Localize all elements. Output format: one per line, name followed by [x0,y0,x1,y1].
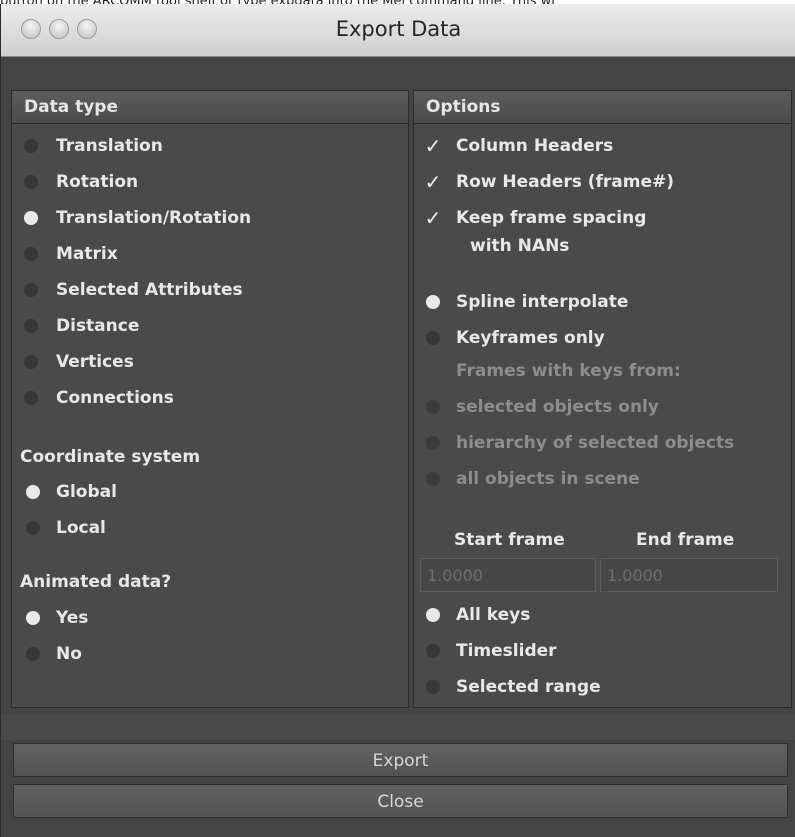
end-frame-label: End frame [636,530,735,550]
window-title: Export Data [335,17,462,41]
animated-option-yes[interactable]: Yes [26,606,88,630]
start-frame-label: Start frame [454,530,565,550]
data-type-option-translation[interactable]: Translation [24,134,163,158]
keys-from-hierarchy-radio: hierarchy of selected objects [426,431,734,455]
coordinate-option-global[interactable]: Global [26,480,117,504]
radio-icon[interactable] [24,319,38,333]
keys-from-all-objects-radio: all objects in scene [426,467,640,491]
data-type-option-selected-attributes[interactable]: Selected Attributes [24,278,243,302]
animated-option-no[interactable]: No [26,642,82,666]
radio-disabled-icon [426,436,440,450]
radio-disabled-icon [426,472,440,486]
radio-icon[interactable] [24,391,38,405]
coordinate-system-label: Coordinate system [20,447,201,467]
radio-icon[interactable] [426,644,440,658]
radio-icon[interactable] [426,680,440,694]
radio-selected-icon[interactable] [426,608,440,622]
radio-selected-icon[interactable] [426,295,440,309]
radio-icon[interactable] [26,521,40,535]
end-frame-input[interactable]: 1.0000 [600,558,778,592]
data-type-option-translation-rotation[interactable]: Translation/Rotation [24,206,251,230]
coordinate-option-local[interactable]: Local [26,516,106,540]
radio-icon[interactable] [24,247,38,261]
range-all-keys-radio[interactable]: All keys [426,603,530,627]
spline-interpolate-radio[interactable]: Spline interpolate [426,290,628,314]
checkmark-icon[interactable]: ✓ [422,134,444,158]
radio-icon[interactable] [24,283,38,297]
data-type-panel: Data type Translation Rotation Translati… [11,90,409,708]
row-headers-checkbox[interactable]: ✓ Row Headers (frame#) [422,170,674,194]
data-type-option-distance[interactable]: Distance [24,314,139,338]
range-selected-range-radio[interactable]: Selected range [426,675,601,699]
frames-keys-from-label: Frames with keys from: [456,361,681,381]
radio-icon[interactable] [426,331,440,345]
checkmark-icon[interactable]: ✓ [422,206,444,230]
close-button[interactable]: Close [13,784,788,818]
radio-icon[interactable] [24,139,38,153]
data-type-header: Data type [12,91,408,124]
export-button[interactable]: Export [13,743,788,777]
radio-selected-icon[interactable] [24,211,38,225]
divider-bar [1,714,795,740]
options-panel: Options ✓ Column Headers ✓ Row Headers (… [413,90,792,708]
animated-data-label: Animated data? [20,572,172,592]
data-type-option-matrix[interactable]: Matrix [24,242,118,266]
keys-from-selected-objects-radio: selected objects only [426,395,659,419]
data-type-option-rotation[interactable]: Rotation [24,170,138,194]
title-bar: Export Data [1,4,795,57]
keep-frame-spacing-label-line2: with NANs [470,236,570,256]
column-headers-checkbox[interactable]: ✓ Column Headers [422,134,614,158]
keyframes-only-radio[interactable]: Keyframes only [426,326,605,350]
checkmark-icon[interactable]: ✓ [422,170,444,194]
export-data-window: Export Data Data type Translation Rotati… [0,4,795,837]
radio-icon[interactable] [24,355,38,369]
radio-selected-icon[interactable] [26,485,40,499]
keep-frame-spacing-checkbox[interactable]: ✓ Keep frame spacing [422,206,647,230]
start-frame-input[interactable]: 1.0000 [420,558,596,592]
radio-icon[interactable] [24,175,38,189]
radio-disabled-icon [426,400,440,414]
data-type-option-connections[interactable]: Connections [24,386,174,410]
radio-selected-icon[interactable] [26,611,40,625]
data-type-option-vertices[interactable]: Vertices [24,350,134,374]
range-timeslider-radio[interactable]: Timeslider [426,639,557,663]
radio-icon[interactable] [26,647,40,661]
options-header: Options [414,91,791,124]
